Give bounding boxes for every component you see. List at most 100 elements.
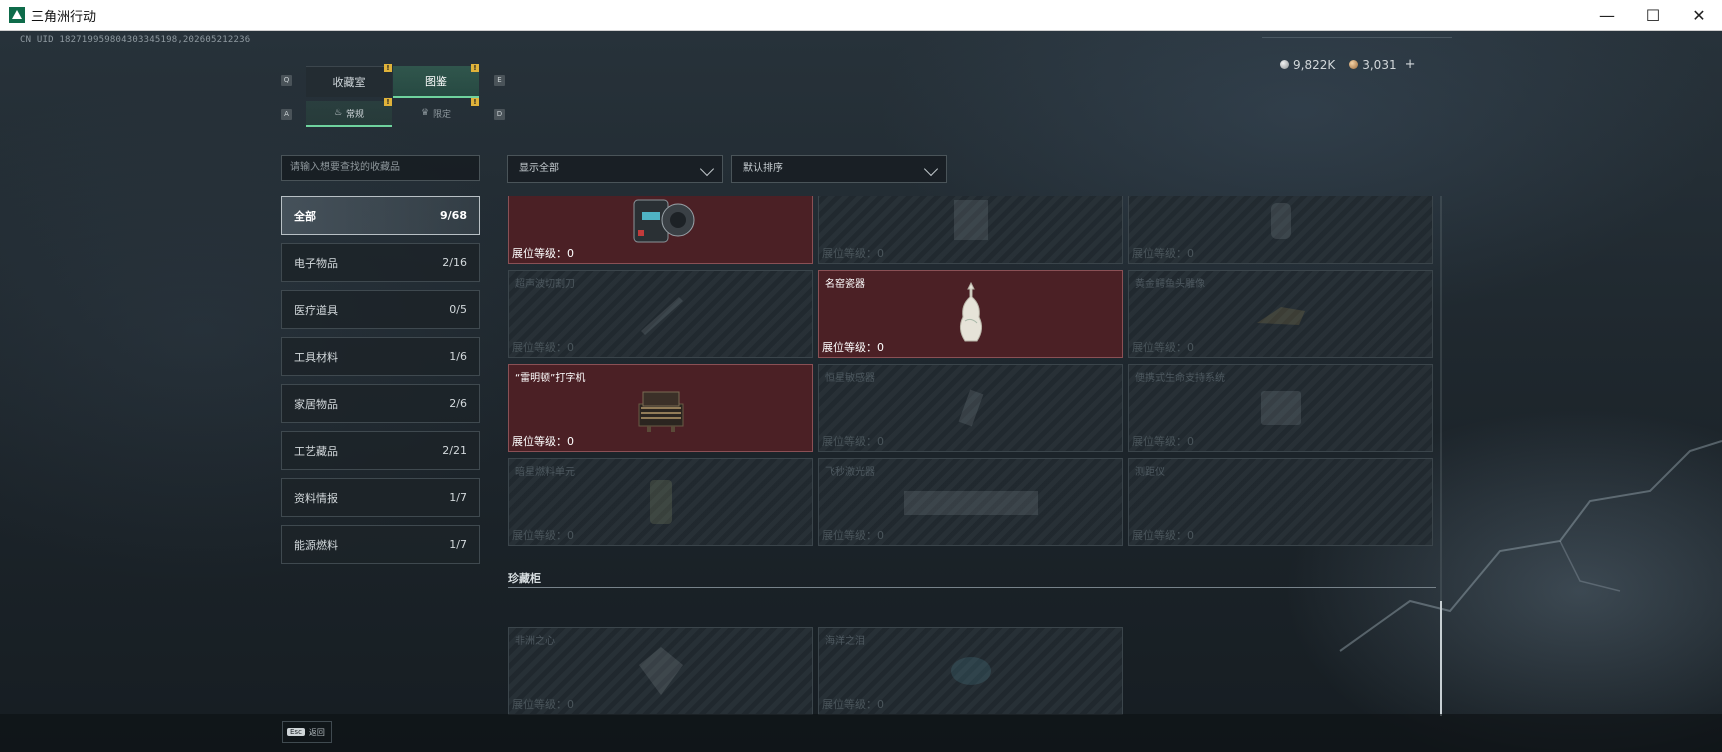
treasure-card[interactable]: 海洋之泪 展位等级：0 <box>818 627 1123 715</box>
collection-card[interactable]: 恒星敏感器 展位等级：0 <box>818 364 1123 452</box>
card-level: 展位等级：0 <box>512 435 574 448</box>
maximize-button[interactable]: ☐ <box>1630 0 1676 30</box>
card-level: 展位等级：0 <box>822 529 884 542</box>
category-label: 能源燃料 <box>294 538 338 552</box>
card-level: 展位等级：0 <box>1132 247 1194 260</box>
collection-card[interactable]: 黄金鳄鱼头雕像 展位等级：0 <box>1128 270 1433 358</box>
bottle-item-icon <box>1270 203 1291 239</box>
category-label: 工艺藏品 <box>294 444 338 458</box>
collection-card[interactable]: 测距仪 展位等级：0 <box>1128 458 1433 546</box>
tab-label: 图鉴 <box>425 75 447 88</box>
category-household[interactable]: 家居物品 2/6 <box>281 384 480 423</box>
collection-card[interactable]: 暗星燃料单元 展位等级：0 <box>508 458 813 546</box>
bronze-coin-icon <box>1349 60 1359 69</box>
subtab-alert-badge: ! <box>471 98 479 106</box>
scrollbar-thumb[interactable] <box>1440 601 1442 716</box>
category-crafts[interactable]: 工艺藏品 2/21 <box>281 431 480 470</box>
minimize-button[interactable]: — <box>1584 0 1630 30</box>
back-button[interactable]: Esc 返回 <box>282 721 332 743</box>
search-input[interactable]: 请输入想要查找的收藏品 <box>281 155 480 181</box>
add-currency-button[interactable]: + <box>1405 57 1416 72</box>
window-controls: — ☐ ✕ <box>1584 0 1722 30</box>
crown-icon: ♛ <box>420 108 430 118</box>
card-name: 名窑瓷器 <box>825 279 865 290</box>
collection-card[interactable]: 展位等级：0 <box>818 196 1123 264</box>
key-hint-d: D <box>494 109 505 120</box>
crocodile-statue-icon <box>1256 307 1305 325</box>
card-level: 展位等级：0 <box>822 698 884 711</box>
category-all[interactable]: 全部 9/68 <box>281 196 480 235</box>
sort-value: 默认排序 <box>743 163 783 174</box>
card-name: 测距仪 <box>1135 467 1165 478</box>
key-hint-q: Q <box>281 75 292 86</box>
card-name: 飞秒激光器 <box>825 467 875 478</box>
card-level: 展位等级：0 <box>512 529 574 542</box>
category-count: 0/5 <box>449 303 467 316</box>
subtab-limited[interactable]: ♛ 限定 <box>393 101 479 125</box>
sort-dropdown[interactable]: 默认排序 <box>731 155 947 183</box>
card-name: “雷明顿”打字机 <box>515 373 586 384</box>
window-title: 三角洲行动 <box>31 8 97 24</box>
category-intel[interactable]: 资料情报 1/7 <box>281 478 480 517</box>
silver-amount: 9,822K <box>1293 57 1336 72</box>
player-uid: CN UID 182719959804303345198,20260521223… <box>20 35 251 45</box>
silver-coin-icon <box>1280 60 1289 69</box>
subtab-label: 限定 <box>433 109 452 120</box>
game-viewport: CN UID 182719959804303345198,20260521223… <box>0 31 1722 752</box>
category-count: 2/16 <box>442 256 467 269</box>
ultrasonic-knife-icon <box>640 297 683 335</box>
category-electronics[interactable]: 电子物品 2/16 <box>281 243 480 282</box>
card-level: 展位等级：0 <box>822 435 884 448</box>
section-divider <box>508 587 1436 588</box>
typewriter-icon <box>638 391 683 432</box>
category-label: 工具材料 <box>294 350 338 364</box>
collection-card[interactable]: 超声波切割刀 展位等级：0 <box>508 270 813 358</box>
tab-collection-room[interactable]: 收藏室 <box>306 66 392 97</box>
diamond-item-icon <box>638 647 683 695</box>
currency-bar: 9,822K 3,031 + <box>1280 57 1416 72</box>
filter-value: 显示全部 <box>519 163 559 174</box>
tab-encyclopedia[interactable]: 图鉴 <box>393 66 479 98</box>
treasure-card[interactable]: 非洲之心 展位等级：0 <box>508 627 813 715</box>
flame-icon: ♨ <box>333 108 343 118</box>
section-title: 珍藏柜 <box>508 572 541 585</box>
card-level: 展位等级：0 <box>512 698 574 711</box>
card-name: 超声波切割刀 <box>515 279 575 290</box>
category-energy[interactable]: 能源燃料 1/7 <box>281 525 480 564</box>
category-count: 9/68 <box>440 209 467 222</box>
esc-key-hint: Esc <box>287 728 305 736</box>
porcelain-vase-icon <box>959 281 982 342</box>
category-count: 2/21 <box>442 444 467 457</box>
category-count: 1/7 <box>449 538 467 551</box>
collection-card[interactable]: 展位等级：0 <box>508 196 813 264</box>
collection-grid: 展位等级：0 展位等级：0 展位等级：0 超声波切割刀 展位等级：0 名窑瓷器 … <box>506 196 1436 716</box>
gem-item-icon <box>950 657 991 685</box>
filter-dropdown[interactable]: 显示全部 <box>507 155 723 183</box>
collection-card[interactable]: 飞秒激光器 展位等级：0 <box>818 458 1123 546</box>
card-name: 暗星燃料单元 <box>515 467 575 478</box>
category-count: 1/7 <box>449 491 467 504</box>
subtab-regular[interactable]: ♨ 常规 <box>306 101 392 127</box>
collection-card[interactable]: “雷明顿”打字机 展位等级：0 <box>508 364 813 452</box>
collection-card[interactable]: 名窑瓷器 展位等级：0 <box>818 270 1123 358</box>
chevron-down-icon <box>699 161 715 177</box>
close-button[interactable]: ✕ <box>1676 0 1722 30</box>
category-label: 医疗道具 <box>294 303 338 317</box>
collection-card[interactable]: 便携式生命支持系统 展位等级：0 <box>1128 364 1433 452</box>
card-name: 黄金鳄鱼头雕像 <box>1135 279 1205 290</box>
device-item-icon <box>953 200 988 240</box>
category-label: 家居物品 <box>294 397 338 411</box>
category-medical[interactable]: 医疗道具 0/5 <box>281 290 480 329</box>
collection-card[interactable]: 展位等级：0 <box>1128 196 1433 264</box>
fuel-cell-icon <box>649 480 672 524</box>
silver-currency: 9,822K <box>1280 58 1335 72</box>
subtab-alert-badge: ! <box>384 98 392 106</box>
back-label: 返回 <box>308 727 325 737</box>
chevron-down-icon <box>923 161 939 177</box>
card-level: 展位等级：0 <box>822 247 884 260</box>
category-tools[interactable]: 工具材料 1/6 <box>281 337 480 376</box>
card-level: 展位等级：0 <box>1132 435 1194 448</box>
star-sensor-icon <box>958 389 983 427</box>
generator-item-icon <box>633 199 694 243</box>
card-level: 展位等级：0 <box>822 341 884 354</box>
